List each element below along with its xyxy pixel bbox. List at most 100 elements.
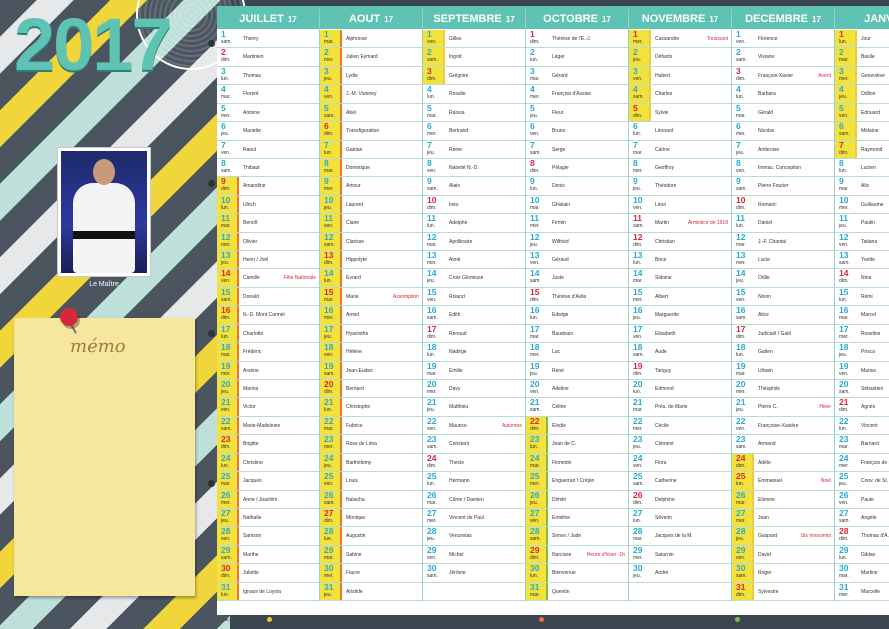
- day-cell[interactable]: 17 dim. Judicaël / Gaël: [732, 324, 834, 344]
- day-cell[interactable]: 30 sam. Jérôme: [423, 564, 525, 583]
- day-cell[interactable]: 16 lun. Edwige: [526, 306, 628, 325]
- day-cell[interactable]: 17 dim. Renaud: [423, 324, 525, 344]
- day-cell[interactable]: 2 lun. Léger: [526, 48, 628, 67]
- day-cell[interactable]: 6 jeu. Mariette: [217, 122, 319, 141]
- day-cell[interactable]: 9 sam. Alain: [423, 177, 525, 196]
- day-cell[interactable]: 12 sam. Clarisse: [320, 232, 422, 252]
- day-cell[interactable]: 30 dim. Juliette: [217, 564, 319, 583]
- day-cell[interactable]: 19 mar. Urbain: [732, 361, 834, 381]
- day-cell[interactable]: 20 dim. Bernard: [320, 380, 422, 399]
- day-cell[interactable]: 23 sam. Armand: [732, 435, 834, 454]
- day-cell[interactable]: 24 dim. Thècle: [423, 453, 525, 473]
- day-cell[interactable]: 22 dim. Elodie: [526, 416, 628, 436]
- day-cell[interactable]: 30 mer. Fiacre: [320, 564, 422, 583]
- day-cell[interactable]: 26 mar. Etienne: [732, 490, 834, 509]
- day-cell[interactable]: 26 sam. Natacha: [320, 490, 422, 509]
- day-cell[interactable]: 2 sam. Ingrid: [423, 48, 525, 67]
- day-cell[interactable]: 25 lun. Hermann: [423, 472, 525, 491]
- day-cell[interactable]: 26 mar. Côme / Damien: [423, 490, 525, 509]
- day-cell[interactable]: 9 mar. Alix: [835, 177, 889, 196]
- day-cell[interactable]: 6 lun. Léonard: [629, 122, 731, 141]
- day-cell[interactable]: 8 sam. Thibaut: [217, 158, 319, 178]
- day-cell[interactable]: 7 jeu. Reine: [423, 140, 525, 159]
- day-cell[interactable]: 6 mer. Bertrand: [423, 122, 525, 141]
- day-cell[interactable]: 17 ven. Elisabeth: [629, 324, 731, 344]
- day-cell[interactable]: 29 ven. David: [732, 545, 834, 565]
- day-cell[interactable]: 22 mer. Cécile: [629, 416, 731, 436]
- day-cell[interactable]: 11 sam. Martin Armistice de 1918: [629, 214, 731, 233]
- day-cell[interactable]: 14 mar. Sidoine: [629, 269, 731, 288]
- day-cell[interactable]: 2 dim. Martinien: [217, 48, 319, 67]
- day-cell[interactable]: 31 lun. Ignace de Loyola: [217, 582, 319, 601]
- day-cell[interactable]: 8 mar. Dominique: [320, 158, 422, 178]
- day-cell[interactable]: 31 mar. Quentin: [526, 582, 628, 601]
- day-cell[interactable]: 1 ven. Florence: [732, 30, 834, 49]
- day-cell[interactable]: 28 dim. Thomas d'A.: [835, 527, 889, 546]
- day-cell[interactable]: 29 lun. Gildas: [835, 545, 889, 565]
- day-cell[interactable]: 18 lun. Nadège: [423, 343, 525, 362]
- day-cell[interactable]: 4 lun. Rosalie: [423, 85, 525, 104]
- day-cell[interactable]: 11 ven. Claire: [320, 214, 422, 233]
- day-cell[interactable]: 25 ven. Louis: [320, 472, 422, 491]
- day-cell[interactable]: 16 sam. Alice: [732, 306, 834, 325]
- day-cell[interactable]: 1 lun. Jour: [835, 30, 889, 49]
- day-cell[interactable]: 15 dim. Thérèse d'Avila: [526, 287, 628, 307]
- day-cell[interactable]: 29 mer. Saturnin: [629, 545, 731, 565]
- day-cell[interactable]: 22 sam. Marie-Madeleine: [217, 416, 319, 436]
- day-cell[interactable]: 18 mer. Luc: [526, 343, 628, 362]
- day-cell[interactable]: 21 sam. Céline: [526, 398, 628, 417]
- day-cell[interactable]: 6 ven. Bruno: [526, 122, 628, 141]
- day-cell[interactable]: 8 ven. Immac. Conception: [732, 158, 834, 178]
- day-cell[interactable]: 1 sam. Thierry: [217, 30, 319, 49]
- day-cell[interactable]: 17 lun. Charlotte: [217, 324, 319, 344]
- day-cell[interactable]: 22 ven. Maurice Automne: [423, 416, 525, 436]
- day-cell[interactable]: 27 sam. Angèle: [835, 508, 889, 528]
- day-cell[interactable]: 19 mer. Arsène: [217, 361, 319, 381]
- day-cell[interactable]: 1 mer. Cassandre Toussaint: [629, 30, 731, 49]
- day-cell[interactable]: 2 jeu. Défunts: [629, 48, 731, 67]
- day-cell[interactable]: 30 lun. Bienvenue: [526, 564, 628, 583]
- day-cell[interactable]: 15 ven. Ninon: [732, 287, 834, 307]
- day-cell[interactable]: 5 mer. Antoine: [217, 103, 319, 123]
- day-cell[interactable]: 16 sam. Edith: [423, 306, 525, 325]
- day-cell[interactable]: 6 mer. Nicolas: [732, 122, 834, 141]
- day-cell[interactable]: 1 mar. Alphonse: [320, 30, 422, 49]
- day-cell[interactable]: 22 lun. Vincent: [835, 416, 889, 436]
- day-cell[interactable]: 28 jeu. Venceslas: [423, 527, 525, 546]
- day-cell[interactable]: 29 mar. Sabine: [320, 545, 422, 565]
- day-cell[interactable]: 17 jeu. Hyacinthe: [320, 324, 422, 344]
- day-cell[interactable]: 4 lun. Barbara: [732, 85, 834, 104]
- day-cell[interactable]: 21 mar. Prés. de Marie: [629, 398, 731, 417]
- day-cell[interactable]: 23 mar. Barnard: [835, 435, 889, 454]
- day-cell[interactable]: 25 lun. Emmanuel Noël: [732, 472, 834, 491]
- day-cell[interactable]: 3 mar. Gérard: [526, 66, 628, 86]
- day-cell[interactable]: 30 sam. Roger: [732, 564, 834, 583]
- day-cell[interactable]: 31 dim. Sylvestre: [732, 582, 834, 601]
- day-cell[interactable]: 10 mar. Ghislain: [526, 195, 628, 215]
- day-cell[interactable]: 5 mar. Gérald: [732, 103, 834, 123]
- day-cell[interactable]: 18 ven. Hélène: [320, 343, 422, 362]
- day-cell[interactable]: 7 dim. Raymond: [835, 140, 889, 159]
- day-cell[interactable]: 12 jeu. Wilfried: [526, 232, 628, 252]
- day-cell[interactable]: 28 lun. Augustin: [320, 527, 422, 546]
- day-cell[interactable]: 29 dim. Narcisse Heure d'hiver -1h: [526, 545, 628, 565]
- day-cell[interactable]: 24 lun. Christine: [217, 453, 319, 473]
- day-cell[interactable]: 30 jeu. André: [629, 564, 731, 583]
- day-cell[interactable]: 14 jeu. Odile: [732, 269, 834, 288]
- day-cell[interactable]: 19 dim. Tanguy: [629, 361, 731, 381]
- day-cell[interactable]: 26 jeu. Dimitri: [526, 490, 628, 509]
- day-cell[interactable]: 5 ven. Edouard: [835, 103, 889, 123]
- day-cell[interactable]: 29 ven. Michel: [423, 545, 525, 565]
- day-cell[interactable]: 13 lun. Brice: [629, 251, 731, 270]
- day-cell[interactable]: 15 mer. Albert: [629, 287, 731, 307]
- day-cell[interactable]: 3 jeu. Lydie: [320, 66, 422, 86]
- day-cell[interactable]: 16 mar. Marcel: [835, 306, 889, 325]
- day-cell[interactable]: 21 lun. Christophe: [320, 398, 422, 417]
- day-cell[interactable]: 1 ven. Gilles: [423, 30, 525, 49]
- day-cell[interactable]: 4 sam. Charles: [629, 85, 731, 104]
- day-cell[interactable]: 20 mer. Davy: [423, 380, 525, 399]
- day-cell[interactable]: 28 jeu. Gaspard Sts Innocents: [732, 527, 834, 546]
- day-cell[interactable]: 11 lun. Daniel: [732, 214, 834, 233]
- day-cell[interactable]: 12 mer. Olivier: [217, 232, 319, 252]
- day-cell[interactable]: 17 mar. Baudouin: [526, 324, 628, 344]
